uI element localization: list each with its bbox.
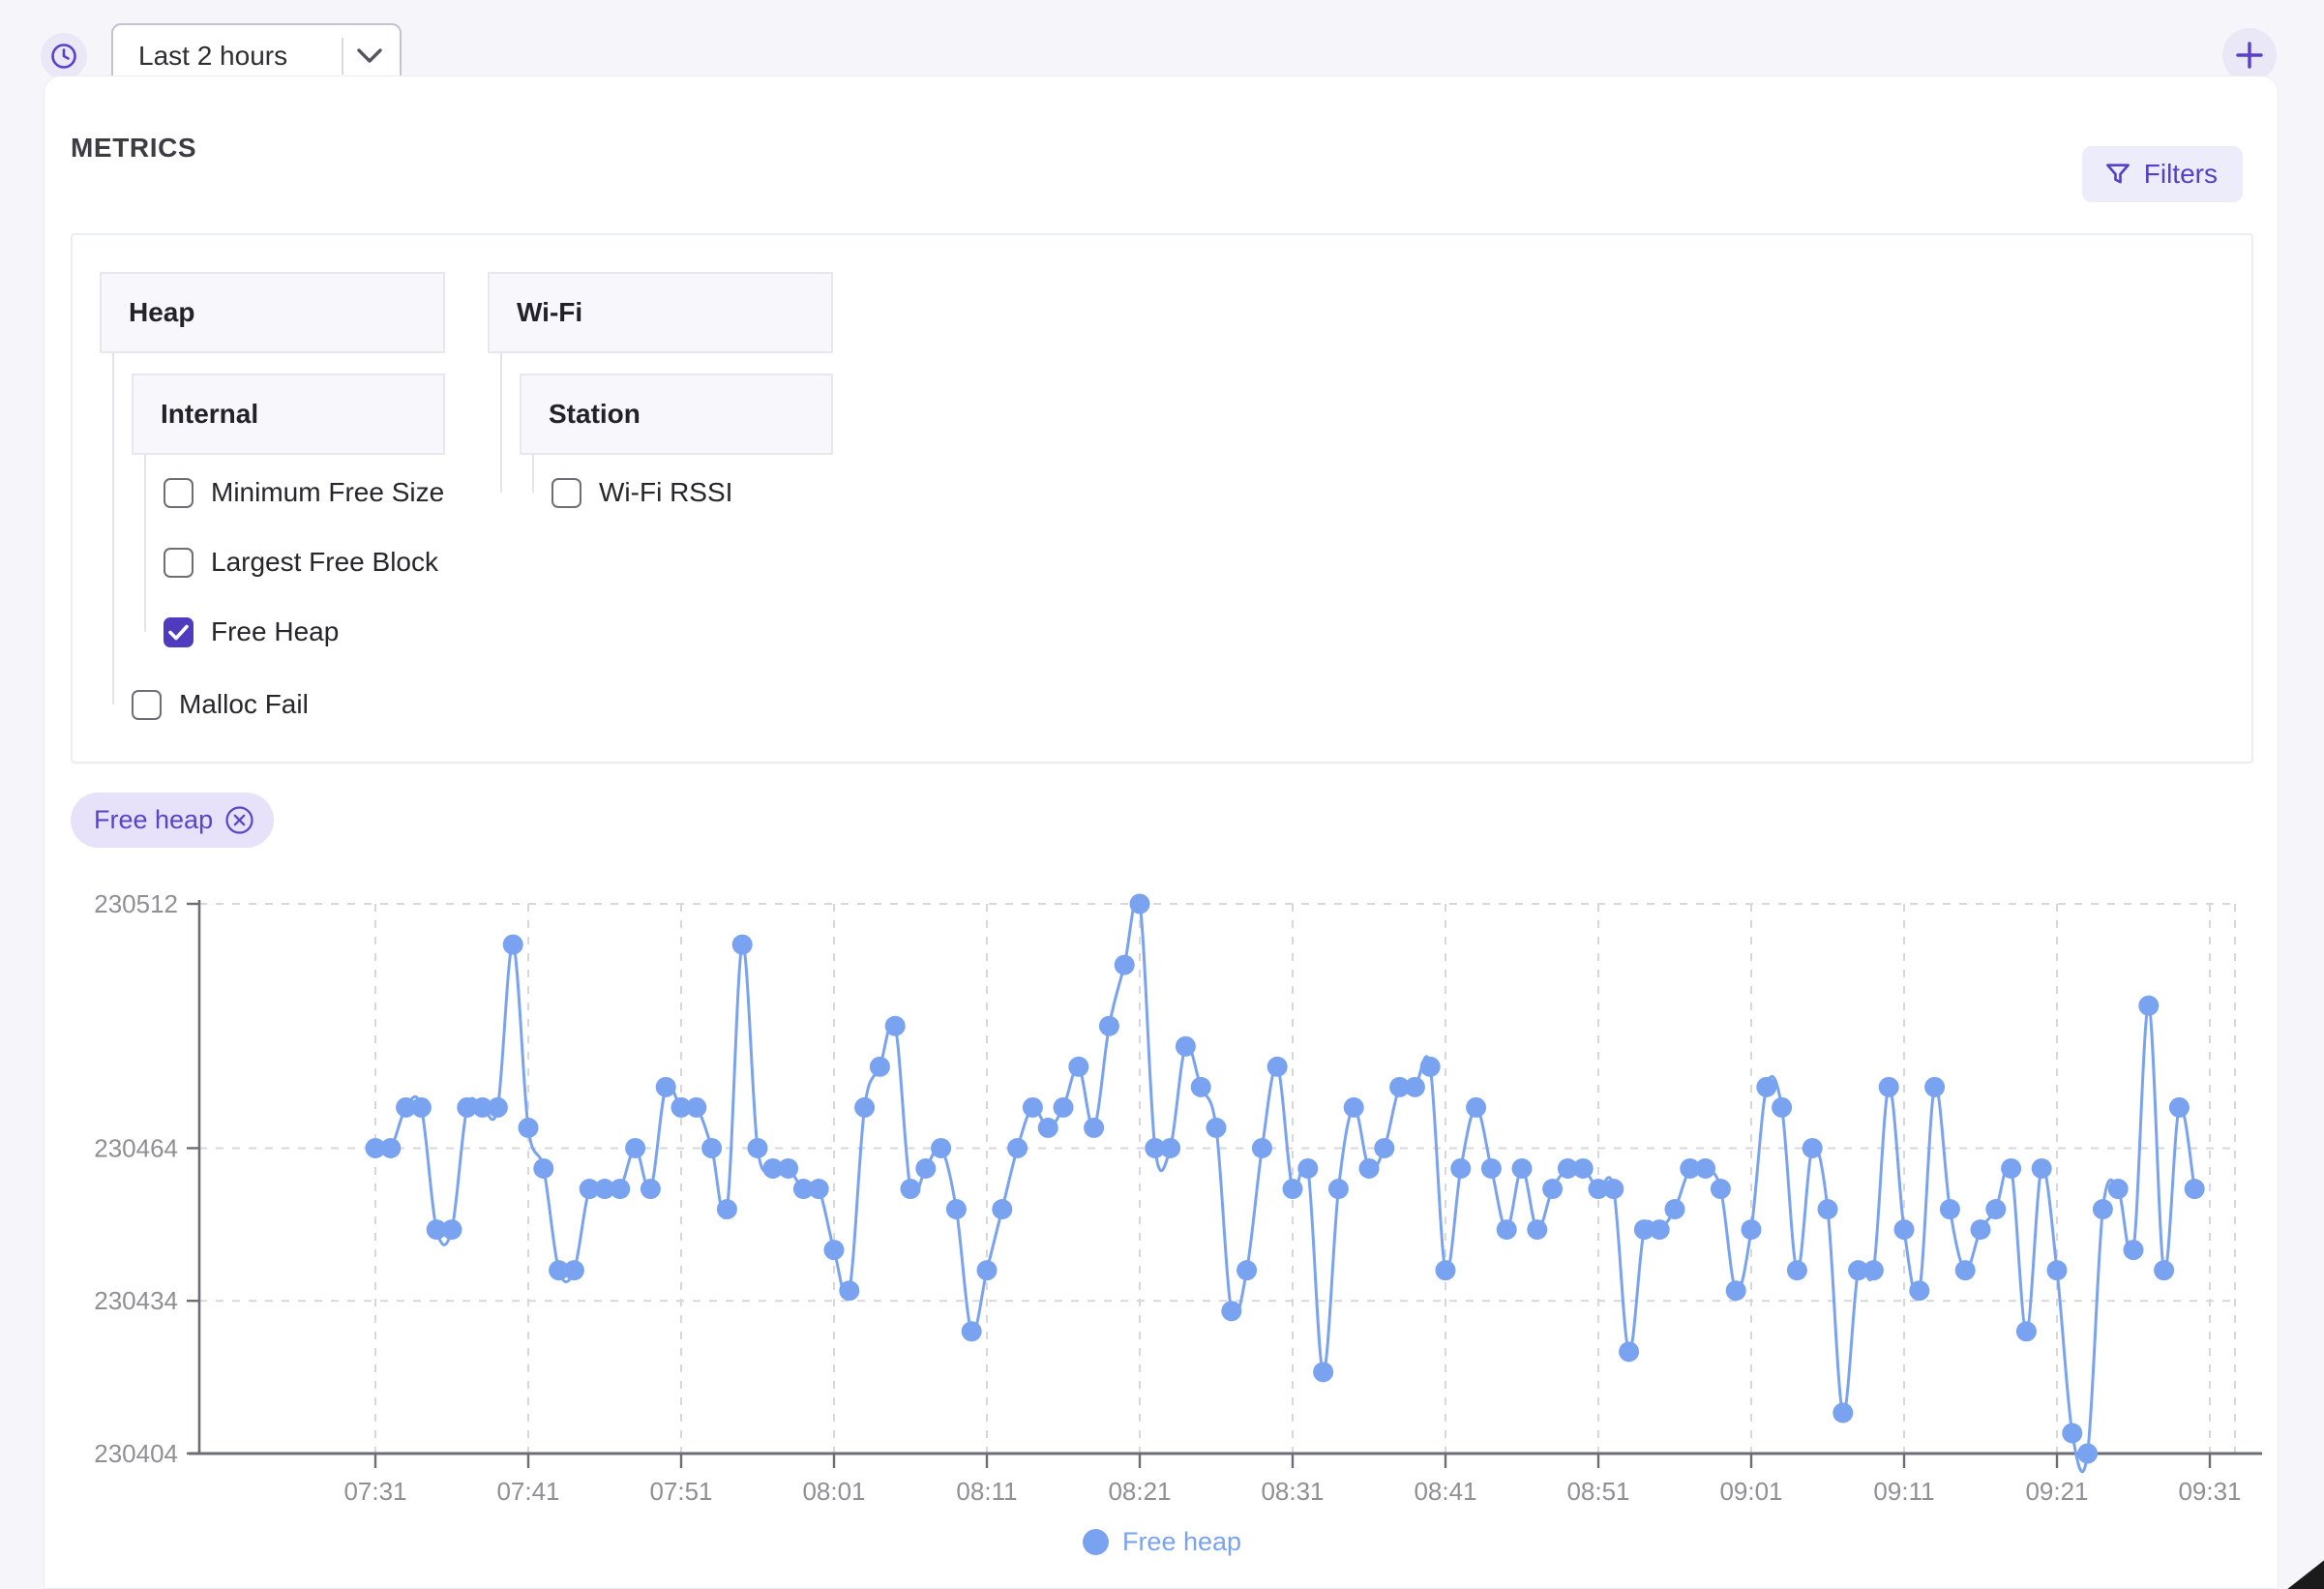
checkbox-wi-fi-rssi[interactable] <box>551 477 581 508</box>
metric-row-minimum-free-size: Minimum Free Size <box>132 458 445 527</box>
metric-label: Minimum Free Size <box>211 477 445 507</box>
checkbox-free-heap[interactable] <box>164 616 194 647</box>
group-label: Heap <box>129 297 195 327</box>
checkbox-malloc-fail[interactable] <box>132 689 162 720</box>
chip-remove-icon[interactable] <box>224 805 254 835</box>
metric-label: Largest Free Block <box>211 547 438 577</box>
group-children: Station Wi-Fi RSSI <box>488 374 833 527</box>
metrics-tree-panel: Heap Internal Minimum Free Size Largest Fre… <box>71 233 2253 764</box>
tree-connector-line <box>144 455 146 632</box>
metric-row-free-heap: Free Heap <box>132 597 445 667</box>
chip-label: Free heap <box>94 805 214 834</box>
metric-row-malloc-fail: Malloc Fail <box>100 670 445 739</box>
legend-series-label: Free heap <box>1121 1527 1242 1556</box>
tree-connector-line <box>532 455 534 493</box>
filters-label: Filters <box>2143 159 2218 189</box>
group-label: Station <box>549 399 641 429</box>
group-children: Wi-Fi RSSI <box>520 458 833 527</box>
metric-group-header-wi-fi: Wi-Fi <box>488 272 833 353</box>
tree-connector-line <box>500 353 502 493</box>
metric-row-largest-free-block: Largest Free Block <box>132 527 445 597</box>
metric-group-header-internal: Internal <box>132 374 445 455</box>
mouse-cursor <box>2287 1560 2324 1589</box>
filters-button[interactable]: Filters <box>2081 146 2243 202</box>
legend-series-dot <box>1082 1529 1109 1555</box>
time-range-clock-button[interactable] <box>41 33 87 79</box>
filter-funnel-icon <box>2103 160 2132 189</box>
group-label: Internal <box>161 399 259 429</box>
metric-group-heap: Heap Internal Minimum Free Size Largest Fre… <box>100 272 445 739</box>
metric-group-station: Station Wi-Fi RSSI <box>520 374 833 527</box>
clock-icon <box>49 42 78 71</box>
metrics-card: METRICS Filters Heap Internal Minimum Free… <box>44 75 2279 1589</box>
metric-label: Free Heap <box>211 616 340 646</box>
tree-connector-line <box>112 353 114 705</box>
group-label: Wi-Fi <box>517 297 583 327</box>
metric-group-wi-fi: Wi-Fi Station Wi-Fi RSSI <box>488 272 833 527</box>
metric-group-header-station: Station <box>520 374 833 455</box>
chevron-down-icon <box>343 48 400 64</box>
plus-icon <box>2235 41 2264 70</box>
group-children: Minimum Free Size Largest Free Block Free … <box>132 458 445 667</box>
metrics-tree: Heap Internal Minimum Free Size Largest Fre… <box>100 272 2224 739</box>
checkbox-minimum-free-size[interactable] <box>164 477 194 508</box>
selected-metric-chip[interactable]: Free heap <box>71 793 275 848</box>
metric-row-wi-fi-rssi: Wi-Fi RSSI <box>520 458 833 527</box>
metric-group-internal: Internal Minimum Free Size Largest Free Bl… <box>132 374 445 667</box>
time-range-value: Last 2 hours <box>138 41 288 71</box>
chart-legend[interactable]: Free heap <box>0 1527 2324 1557</box>
page-title: METRICS <box>71 133 197 163</box>
group-children: Internal Minimum Free Size Largest Free Bl… <box>100 374 445 739</box>
metric-label: Wi-Fi RSSI <box>599 477 733 507</box>
add-panel-button[interactable] <box>2222 28 2277 82</box>
tree-column-heap: Heap Internal Minimum Free Size Largest Fre… <box>100 272 445 739</box>
top-toolbar: Last 2 hours <box>0 0 2324 89</box>
checkbox-largest-free-block[interactable] <box>164 547 194 578</box>
tree-column-wi-fi: Wi-Fi Station Wi-Fi RSSI <box>488 272 833 530</box>
metric-label: Malloc Fail <box>179 689 309 719</box>
metric-group-header-heap: Heap <box>100 272 445 353</box>
